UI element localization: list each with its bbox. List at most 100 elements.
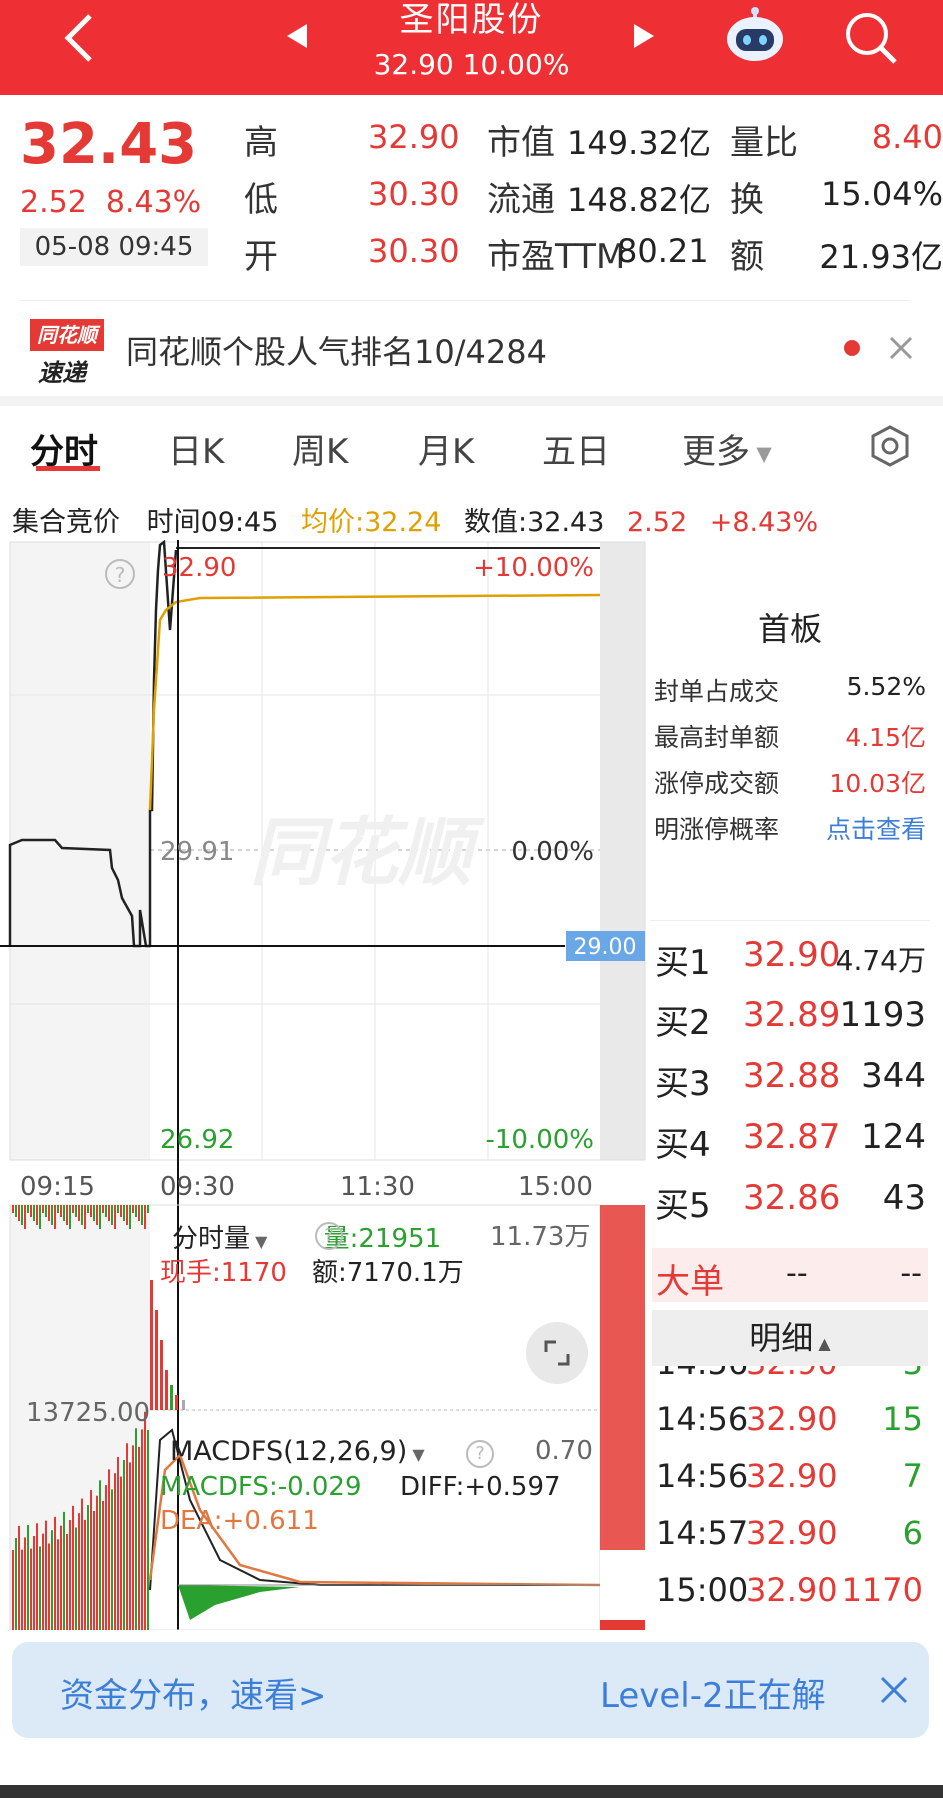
auction-imbalance-bar	[66, 1205, 68, 1225]
cursor-pct: +8.43%	[709, 507, 819, 538]
auction-imbalance-bar	[45, 1205, 47, 1217]
auction-volume-bar	[111, 1489, 113, 1630]
open-label: 开	[244, 237, 278, 277]
auction-imbalance-bar	[117, 1205, 119, 1213]
auction-imbalance-bar	[108, 1205, 110, 1221]
express-logo: 速递	[38, 359, 86, 387]
banner-close-icon[interactable]	[878, 1674, 910, 1706]
market-cap-value: 149.32亿	[567, 124, 711, 162]
auction-volume-bar	[129, 1462, 131, 1630]
limit-price-line: 32.90 10.00%	[373, 48, 570, 81]
volume-indicator-selector[interactable]: 分时量 ▼	[172, 1224, 267, 1254]
popularity-news-bar[interactable]: 同花顺 速递 同花顺个股人气排名10/4284	[0, 305, 943, 395]
level2-banner[interactable]: 资金分布，速看> Level-2正在解	[12, 1642, 929, 1738]
big-order-label: 大单	[656, 1262, 724, 1302]
board-title: 首板	[757, 610, 822, 648]
volume-header: 分时量 ▼ 量:21951	[172, 1218, 441, 1255]
next-stock-icon[interactable]	[632, 22, 656, 50]
board-label: 最高封单额	[654, 723, 780, 752]
section-gap	[0, 396, 943, 406]
tab-daily-k[interactable]: 日K	[168, 424, 224, 473]
low-value: 30.30	[368, 175, 460, 213]
bottom-price-label: 26.92	[160, 1125, 234, 1155]
auction-volume-bar	[45, 1520, 47, 1630]
auction-imbalance-bar	[24, 1205, 26, 1229]
auction-volume-bar	[42, 1533, 44, 1630]
avg-price: 均价:32.24	[301, 507, 442, 538]
opening-volume-bars	[150, 1280, 185, 1410]
chart-info-bar: 集合竞价 时间09:45 均价:32.24 数值:32.43 2.52 +8.4…	[12, 500, 818, 539]
ths-logo: 同花顺	[30, 319, 104, 351]
fund-distribution-link[interactable]: 资金分布，速看>	[60, 1668, 327, 1717]
auction-volume-bar	[75, 1527, 77, 1630]
tab-five-day[interactable]: 五日	[542, 424, 610, 473]
top-bar: 圣阳股份 32.90 10.00%	[0, 0, 943, 95]
float-cap-label: 流通	[487, 180, 555, 220]
cursor-value: 数值:32.43	[464, 507, 605, 538]
auction-imbalance-bar	[39, 1205, 41, 1229]
auction-imbalance-bar	[93, 1205, 95, 1221]
auction-imbalance-bar	[27, 1205, 29, 1213]
level2-promo-text: Level-2正在解	[600, 1676, 826, 1716]
current-hand: 现手:1170	[160, 1258, 287, 1288]
auction-volume-bar	[21, 1549, 23, 1630]
auction-volume-bar	[105, 1485, 107, 1630]
auction-imbalance-bar	[15, 1205, 17, 1217]
volume-left-scale: 13725.00	[26, 1398, 151, 1428]
auction-volume-bar	[114, 1473, 116, 1630]
pe-label: 市盈TTM	[487, 237, 626, 277]
auction-volume-bar	[96, 1495, 98, 1630]
view-probability-link[interactable]: 点击查看	[826, 810, 926, 846]
auction-volume-bar	[69, 1519, 71, 1630]
watermark: 同花顺	[250, 810, 485, 896]
auction-imbalance-bar	[57, 1205, 59, 1213]
tab-monthly-k[interactable]: 月K	[418, 424, 474, 473]
robot-assistant-icon[interactable]	[722, 5, 788, 65]
auction-volume-bar	[27, 1525, 29, 1630]
detail-toggle[interactable]: 明细 ▲	[652, 1310, 928, 1366]
auction-volume-bar	[36, 1523, 38, 1630]
high-value: 32.90	[368, 118, 460, 156]
close-icon[interactable]	[888, 335, 914, 361]
macd-selector[interactable]: MACDFS(12,26,9) ▼	[170, 1436, 425, 1467]
limit-board-panel: 首板 封单占成交 5.52% 最高封单额 4.15亿 涨停成交额 10.03亿 …	[650, 540, 930, 898]
float-cap-value: 148.82亿	[567, 181, 711, 219]
active-tab-indicator	[36, 466, 100, 471]
x-tick: 11:30	[340, 1172, 415, 1202]
auction-volume-bar	[90, 1490, 92, 1630]
volume-max: 11.73万	[490, 1222, 591, 1252]
volume-help-icon[interactable]: ?	[315, 1222, 343, 1250]
auction-imbalance-bar	[48, 1205, 50, 1221]
search-icon[interactable]	[843, 10, 899, 66]
big-order-row[interactable]: 大单 -- --	[652, 1248, 928, 1302]
intraday-chart[interactable]: 同花顺 29.00 32.90 +10.00% 29.91 0.00% 26.9…	[0, 539, 650, 1631]
trade-row: 14:56 32.90 15	[656, 1400, 923, 1438]
current-price: 32.43	[20, 112, 198, 177]
trade-detail-list[interactable]: 14:5632.903 14:5632.9015 14:5632.907 14:…	[650, 1366, 932, 1630]
auction-volume-bar	[48, 1543, 50, 1630]
settings-hex-icon[interactable]	[868, 424, 912, 468]
macd-histogram	[178, 1585, 300, 1620]
auction-volume-bar	[33, 1535, 35, 1630]
pe-value: 80.21	[617, 232, 709, 270]
auction-imbalance-bar	[138, 1205, 140, 1221]
auction-volume-bar	[117, 1456, 119, 1630]
diff-value: DIFF:+0.597	[400, 1472, 561, 1502]
bid-row: 买3 32.88 344	[655, 1056, 926, 1104]
auction-imbalance-bar	[141, 1205, 143, 1225]
fullscreen-button[interactable]	[526, 1322, 588, 1384]
auction-volume-bar	[123, 1459, 125, 1630]
auction-volume-bar	[51, 1530, 53, 1630]
tab-more[interactable]: 更多 ▼	[682, 424, 772, 473]
tab-weekly-k[interactable]: 周K	[292, 424, 348, 473]
auction-imbalance-bar	[96, 1205, 98, 1225]
board-value: 10.03亿	[829, 769, 926, 798]
macd-help-icon[interactable]: ?	[466, 1440, 494, 1468]
auction-volume-bar	[15, 1537, 17, 1630]
auction-volume-bar	[144, 1411, 146, 1630]
auction-volume-bar	[132, 1445, 134, 1630]
auction-volume-bar	[108, 1469, 110, 1630]
auction-volume-bar	[72, 1505, 74, 1630]
auction-imbalance-bar	[36, 1205, 38, 1225]
auction-imbalance-bar	[21, 1205, 23, 1225]
